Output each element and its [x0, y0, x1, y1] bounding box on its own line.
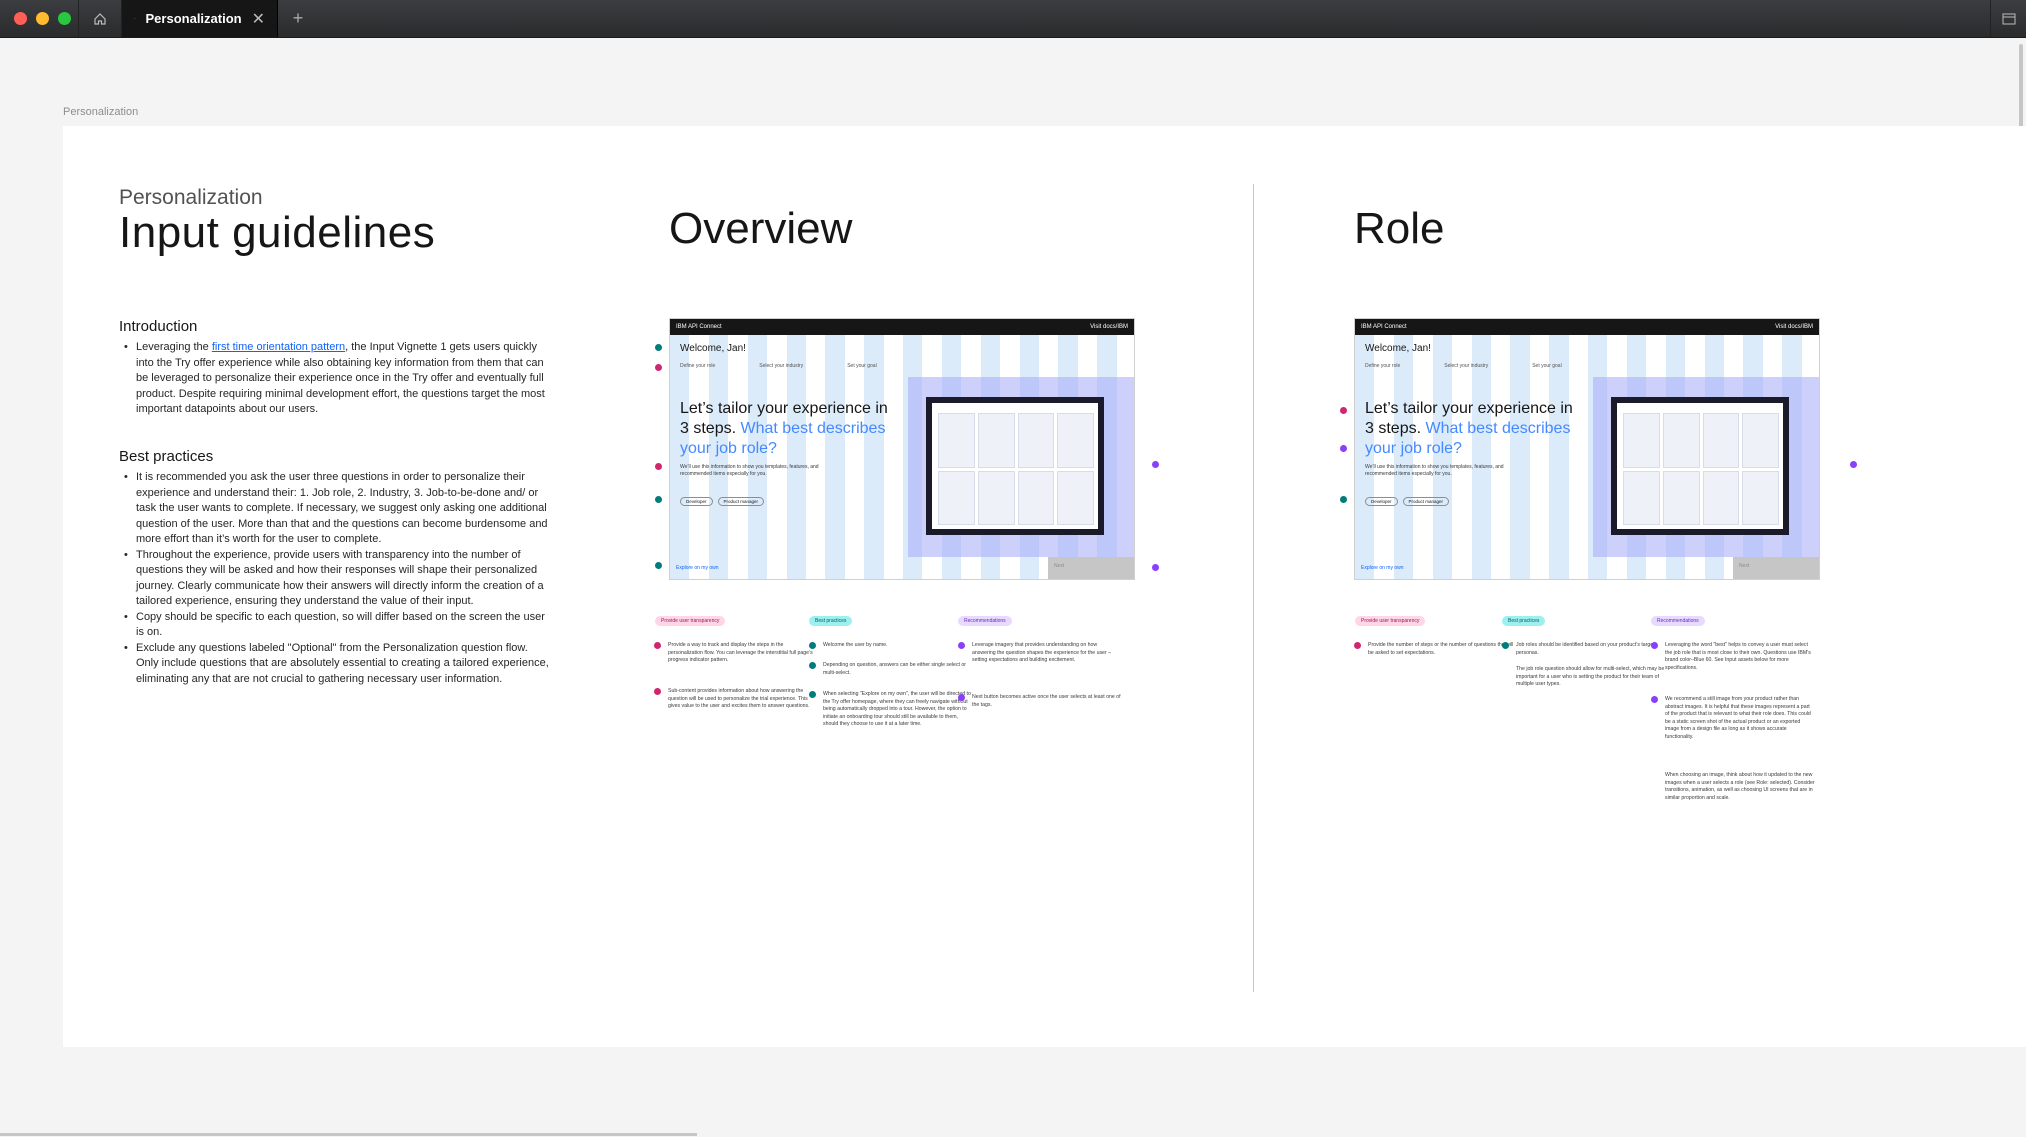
next-button[interactable]: Next: [1048, 557, 1134, 579]
home-button[interactable]: [78, 0, 122, 37]
section-divider: [1253, 184, 1254, 992]
annotation-marker: [1340, 496, 1347, 503]
note: When selecting "Explore on my own", the …: [809, 691, 973, 729]
annotation-marker: [655, 344, 662, 351]
tab-label: Personalization: [145, 11, 242, 26]
chip-transparency: Provide user transparency: [1355, 616, 1426, 626]
note: The job role question should allow for m…: [1516, 666, 1665, 688]
note: Job roles should be identified based on …: [1502, 642, 1666, 657]
intro-list: Leveraging the first time orientation pa…: [119, 340, 549, 418]
role-tags: Developer Product manager: [680, 497, 765, 506]
intro-item: Leveraging the first time orientation pa…: [119, 340, 549, 418]
role-heading: Role: [1354, 204, 1445, 253]
annotation-marker: [655, 364, 662, 371]
annotation-marker: [1152, 461, 1159, 468]
role-mockup: IBM API Connect Visit docs/IBM Welcome, J…: [1354, 318, 1820, 580]
window-controls: [0, 0, 78, 37]
chip-recommendations: Recommendations: [958, 616, 1012, 626]
next-button[interactable]: Next: [1733, 557, 1819, 579]
question-headline: Let’s tailor your experience in 3 steps.…: [1365, 400, 1573, 457]
role-legend: Provide user transparency: [1355, 616, 1426, 626]
annotation-marker: [655, 496, 662, 503]
annotation-marker: [1340, 407, 1347, 414]
home-icon: [94, 12, 106, 25]
explore-link[interactable]: Explore on my own: [1361, 565, 1404, 571]
best-practices-heading: Best practices: [119, 448, 214, 465]
annotation-marker: [1850, 461, 1857, 468]
list-item: Exclude any questions labeled "Optional"…: [119, 641, 549, 688]
chip-best-practices: Best practices: [1502, 616, 1546, 626]
explore-link[interactable]: Explore on my own: [676, 565, 719, 571]
question-headline: Let’s tailor your experience in 3 steps.…: [680, 400, 888, 457]
close-tab-button[interactable]: ✕: [252, 9, 265, 29]
chip-transparency: Provide user transparency: [655, 616, 726, 626]
overview-legend: Provide user transparency: [655, 616, 726, 626]
best-practices-list: It is recommended you ask the user three…: [119, 470, 549, 687]
role-tags: Developer Product manager: [1365, 497, 1450, 506]
note: Sub-content provides information about h…: [654, 688, 818, 711]
note: Provide the number of steps or the numbe…: [1354, 642, 1518, 657]
mock-header: IBM API Connect Visit docs/IBM: [670, 319, 1134, 335]
close-window-button[interactable]: [14, 12, 27, 25]
list-item: Throughout the experience, provide users…: [119, 548, 549, 610]
intro-heading: Introduction: [119, 318, 198, 335]
tag-developer[interactable]: Developer: [680, 497, 713, 506]
chip-recommendations: Recommendations: [1651, 616, 1705, 626]
tag-product-manager[interactable]: Product manager: [717, 497, 765, 506]
sidebar-icon: [2002, 13, 2015, 25]
progress-steps: Define your role Select your industry Set …: [680, 363, 877, 369]
list-item: It is recommended you ask the user three…: [119, 470, 549, 548]
mock-header: IBM API Connect Visit docs/IBM: [1355, 319, 1819, 335]
minimize-window-button[interactable]: [36, 12, 49, 25]
annotation-marker: [655, 463, 662, 470]
note: Provide a way to track and display the s…: [654, 642, 818, 665]
note: Leverage imagery that provides understan…: [958, 642, 1122, 665]
welcome-text: Welcome, Jan!: [1365, 343, 1431, 354]
panel-toggle-button[interactable]: [1990, 0, 2026, 38]
role-legend-best: Best practices: [1502, 616, 1546, 626]
overview-mockup: IBM API Connect Visit docs/IBM Welcome, J…: [669, 318, 1135, 580]
annotation-marker: [1340, 445, 1347, 452]
annotation-marker: [1152, 564, 1159, 571]
list-item: Copy should be specific to each question…: [119, 610, 549, 641]
design-frame: Personalization Input guidelines Introdu…: [63, 126, 2026, 1047]
maximize-window-button[interactable]: [58, 12, 71, 25]
tag-product-manager[interactable]: Product manager: [1402, 497, 1450, 506]
tag-developer[interactable]: Developer: [1365, 497, 1398, 506]
orientation-pattern-link[interactable]: first time orientation pattern: [212, 341, 345, 353]
page-title: Input guidelines: [119, 208, 436, 257]
note: When choosing an image, think about how …: [1665, 772, 1815, 801]
annotation-marker: [655, 562, 662, 569]
overview-legend-rec: Recommendations: [958, 616, 1012, 626]
window-titlebar: Personalization ✕ +: [0, 0, 2026, 38]
question-subtext: We’ll use this information to show you t…: [1365, 464, 1504, 477]
chip-best-practices: Best practices: [809, 616, 853, 626]
progress-steps: Define your role Select your industry Set …: [1365, 363, 1562, 369]
product-screenshot: [926, 397, 1104, 535]
role-legend-rec: Recommendations: [1651, 616, 1705, 626]
overview-heading: Overview: [669, 204, 853, 253]
frame-label[interactable]: Personalization: [63, 106, 138, 118]
product-screenshot: [1611, 397, 1789, 535]
note: Depending on question, answers can be ei…: [809, 662, 973, 677]
horizontal-scrollbar[interactable]: [0, 1133, 697, 1136]
question-subtext: We’ll use this information to show you t…: [680, 464, 819, 477]
page-subtitle: Personalization: [119, 186, 263, 209]
welcome-text: Welcome, Jan!: [680, 343, 746, 354]
figma-file-icon: [134, 17, 136, 19]
overview-legend-best: Best practices: [809, 616, 853, 626]
note: Leveraging the word "best" helps to conv…: [1651, 642, 1815, 672]
tab-personalization[interactable]: Personalization ✕: [122, 0, 278, 37]
new-tab-button[interactable]: +: [278, 0, 318, 37]
note: Next button becomes active once the user…: [958, 694, 1122, 709]
note: We recommend a still image from your pro…: [1651, 696, 1815, 742]
note: Welcome the user by name.: [809, 642, 973, 650]
